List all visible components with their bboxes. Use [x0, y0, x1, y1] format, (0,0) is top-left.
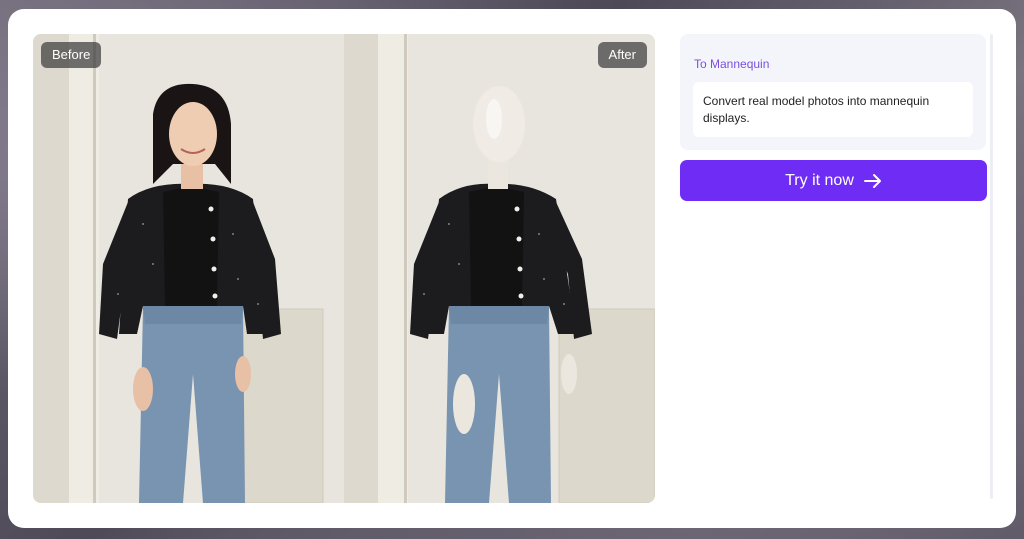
arrow-right-icon [863, 173, 881, 188]
before-image: Before [33, 34, 344, 503]
try-it-now-button[interactable]: Try it now [680, 160, 987, 201]
model-photo [33, 34, 344, 503]
before-after-comparison: Before After [33, 34, 655, 503]
mannequin-photo [344, 34, 655, 503]
before-badge: Before [41, 42, 102, 68]
feature-title: To Mannequin [694, 57, 770, 71]
feature-preview-modal: Before After To Mannequin Convert real m… [8, 9, 1016, 528]
try-it-now-label: Try it now [785, 171, 854, 189]
after-badge: After [597, 42, 647, 68]
after-image: After [344, 34, 655, 503]
feature-description: Convert real model photos into mannequin… [693, 82, 973, 137]
feature-info-card: To Mannequin Convert real model photos i… [680, 34, 986, 150]
panel-scrollbar[interactable] [990, 34, 993, 499]
feature-side-panel: To Mannequin Convert real model photos i… [680, 34, 993, 499]
